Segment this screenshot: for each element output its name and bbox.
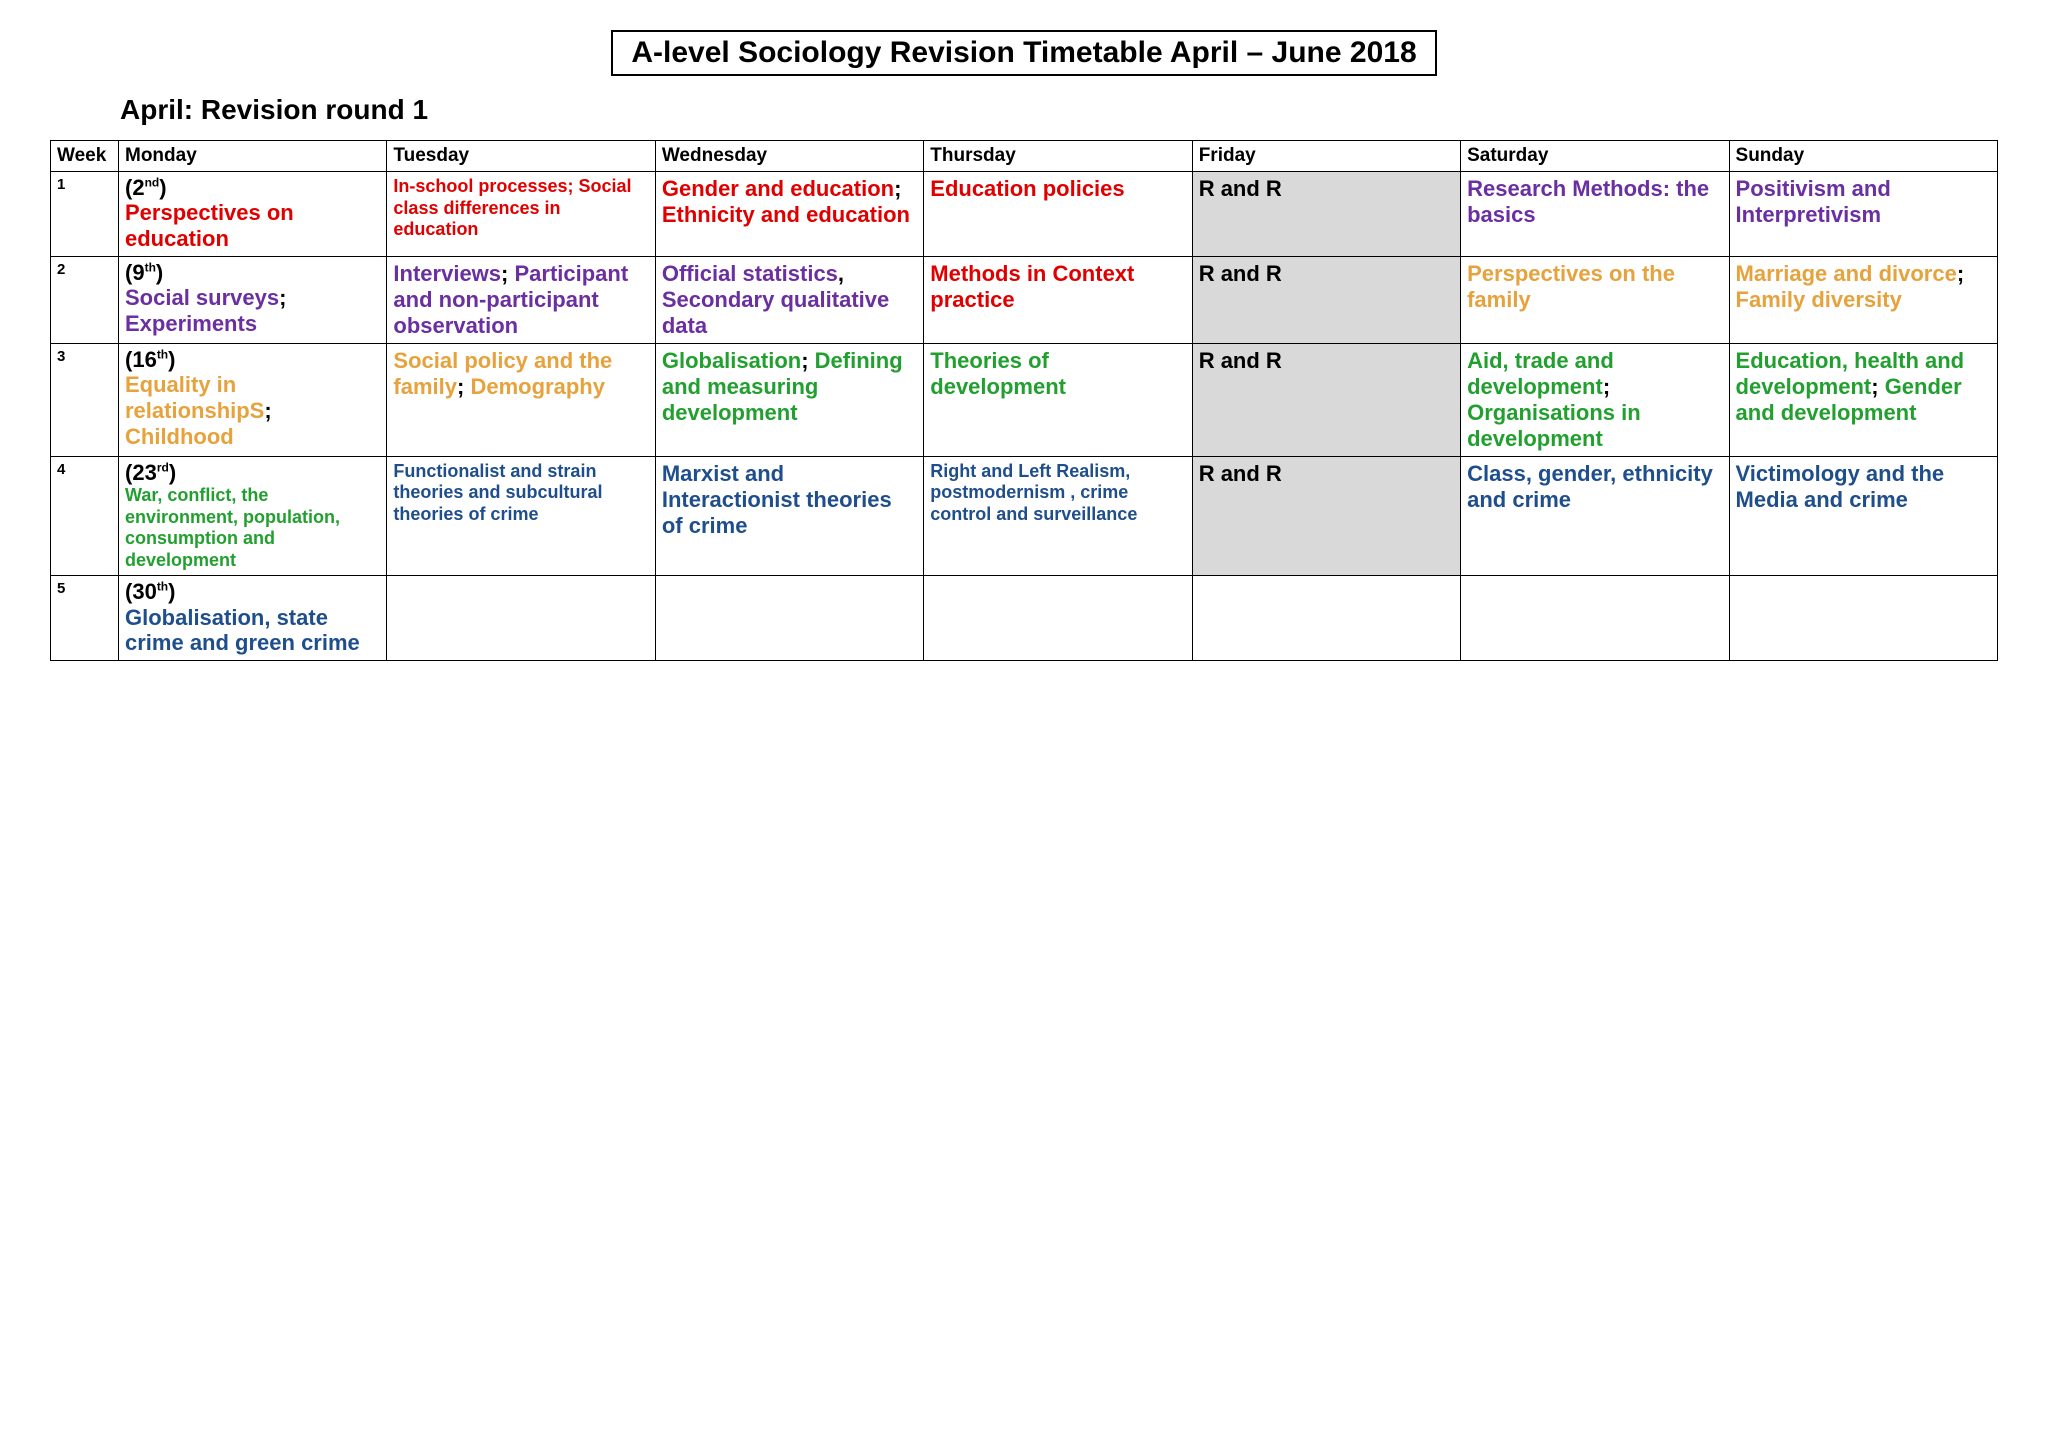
cell-monday: (2nd) Perspectives on education [119,172,387,257]
cell-tuesday: In-school processes; Social class differ… [387,172,655,257]
topic: Marriage and divorce; Family diversity [1736,261,1965,312]
cell-friday [1192,576,1460,661]
cell-monday: (16th) Equality in relationshipS; Childh… [119,343,387,456]
cell-sunday: Education, health and development; Gende… [1729,343,1997,456]
cell-saturday: Aid, trade and development; Organisation… [1461,343,1729,456]
date-suffix: th [157,580,168,594]
cell-saturday: Perspectives on the family [1461,257,1729,344]
cell-wednesday: Gender and education; Ethnicity and educ… [655,172,923,257]
week-number: 1 [51,172,119,257]
col-monday: Monday [119,141,387,172]
topic: R and R [1199,461,1282,486]
cell-saturday: Research Methods: the basics [1461,172,1729,257]
col-friday: Friday [1192,141,1460,172]
cell-thursday [924,576,1192,661]
date-suffix: th [145,261,156,275]
topic: Theories of development [930,348,1066,399]
topic: Social policy and the family; Demography [393,348,612,399]
cell-thursday: Education policies [924,172,1192,257]
topic: Globalisation; Defining and measuring de… [662,348,903,425]
col-thursday: Thursday [924,141,1192,172]
cell-wednesday [655,576,923,661]
col-saturday: Saturday [1461,141,1729,172]
date-number: 23 [132,460,156,485]
date-suffix: rd [157,460,169,474]
week-number: 3 [51,343,119,456]
topic: War, conflict, the environment, populati… [125,485,340,570]
topic: Social surveys; Experiments [125,285,286,336]
topic: In-school processes; Social class differ… [393,176,631,239]
date-suffix: nd [145,176,160,190]
cell-friday: R and R [1192,343,1460,456]
cell-thursday: Methods in Context practice [924,257,1192,344]
date-number: 9 [132,260,144,285]
cell-saturday [1461,576,1729,661]
page-subtitle: April: Revision round 1 [120,94,1998,126]
col-wednesday: Wednesday [655,141,923,172]
col-tuesday: Tuesday [387,141,655,172]
cell-friday: R and R [1192,257,1460,344]
cell-thursday: Right and Left Realism, postmodernism , … [924,456,1192,576]
date-number: 30 [132,579,156,604]
col-week: Week [51,141,119,172]
cell-sunday: Marriage and divorce; Family diversity [1729,257,1997,344]
date-suffix: th [157,348,168,362]
cell-tuesday: Interviews; Participant and non-particip… [387,257,655,344]
table-row: 1 (2nd) Perspectives on education In-sch… [51,172,1998,257]
cell-monday: (30th) Globalisation, state crime and gr… [119,576,387,661]
cell-sunday: Victimology and the Media and crime [1729,456,1997,576]
table-row: 2 (9th) Social surveys; Experiments Inte… [51,257,1998,344]
cell-saturday: Class, gender, ethnicity and crime [1461,456,1729,576]
topic: Perspectives on the family [1467,261,1675,312]
cell-sunday: Positivism and Interpretivism [1729,172,1997,257]
topic: Education, health and development; Gende… [1736,348,1965,425]
topic: Interviews; Participant and non-particip… [393,261,628,338]
topic: Right and Left Realism, postmodernism , … [930,461,1137,524]
topic: Equality in relationshipS; Childhood [125,372,272,449]
topic: Positivism and Interpretivism [1736,176,1891,227]
topic: Class, gender, ethnicity and crime [1467,461,1713,512]
topic: Research Methods: the basics [1467,176,1709,227]
table-row: 4 (23rd) War, conflict, the environment,… [51,456,1998,576]
page-title: A-level Sociology Revision Timetable Apr… [611,30,1436,76]
week-number: 2 [51,257,119,344]
date-number: 16 [132,347,156,372]
cell-tuesday [387,576,655,661]
cell-friday: R and R [1192,456,1460,576]
table-row: 3 (16th) Equality in relationshipS; Chil… [51,343,1998,456]
topic: Official statistics, Secondary qualitati… [662,261,889,338]
topic: Victimology and the Media and crime [1736,461,1945,512]
topic: Perspectives on education [125,200,294,251]
topic: Functionalist and strain theories and su… [393,461,602,524]
table-header-row: Week Monday Tuesday Wednesday Thursday F… [51,141,1998,172]
date-number: 2 [132,175,144,200]
topic: Methods in Context practice [930,261,1134,312]
cell-monday: (23rd) War, conflict, the environment, p… [119,456,387,576]
revision-timetable: Week Monday Tuesday Wednesday Thursday F… [50,140,1998,661]
topic: R and R [1199,348,1282,373]
topic: R and R [1199,176,1282,201]
cell-friday: R and R [1192,172,1460,257]
cell-tuesday: Social policy and the family; Demography [387,343,655,456]
cell-tuesday: Functionalist and strain theories and su… [387,456,655,576]
topic: Education policies [930,176,1124,201]
topic: Marxist and Interactionist theories of c… [662,461,892,538]
week-number: 4 [51,456,119,576]
table-row: 5 (30th) Globalisation, state crime and … [51,576,1998,661]
topic: Gender and education; Ethnicity and educ… [662,176,910,227]
topic: Globalisation, state crime and green cri… [125,605,360,656]
week-number: 5 [51,576,119,661]
topic: R and R [1199,261,1282,286]
topic: Aid, trade and development; Organisation… [1467,348,1641,451]
cell-wednesday: Marxist and Interactionist theories of c… [655,456,923,576]
col-sunday: Sunday [1729,141,1997,172]
cell-sunday [1729,576,1997,661]
cell-wednesday: Globalisation; Defining and measuring de… [655,343,923,456]
cell-wednesday: Official statistics, Secondary qualitati… [655,257,923,344]
cell-thursday: Theories of development [924,343,1192,456]
cell-monday: (9th) Social surveys; Experiments [119,257,387,344]
